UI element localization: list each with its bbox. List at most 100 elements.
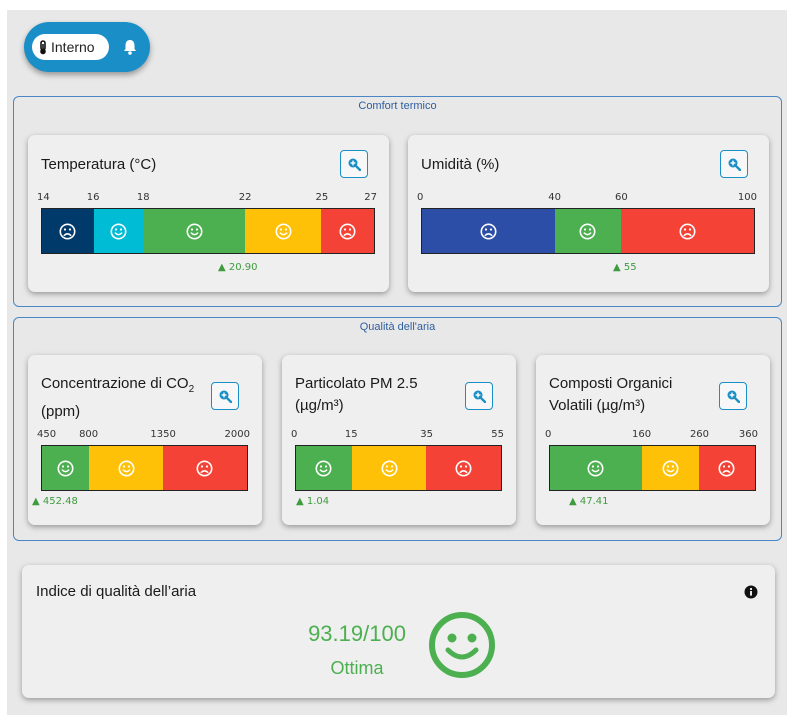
happy-face-icon bbox=[429, 612, 495, 678]
happy-face-icon bbox=[110, 223, 127, 239]
comfort-scale bbox=[421, 208, 755, 254]
thermometer-icon bbox=[40, 39, 46, 54]
scale-tick-label: 0 bbox=[291, 429, 298, 440]
scale-tick-label: 18 bbox=[136, 192, 150, 203]
scale-tick-label: 55 bbox=[491, 429, 504, 440]
zoom-in-icon bbox=[728, 158, 741, 171]
temperature-card: Temperatura (°C) ▲ 20.90 14 16 18 22 25 27 bbox=[28, 135, 389, 292]
info-icon[interactable] bbox=[744, 585, 758, 599]
card-title-line1: Concentrazione di CO bbox=[41, 375, 189, 392]
scale-segment bbox=[621, 209, 754, 253]
air-quality-index-card: Indice di qualità dell’aria 93.19/100 Ot… bbox=[22, 565, 775, 698]
card-title: Indice di qualità dell’aria bbox=[36, 583, 197, 600]
card-title-subscript: 2 bbox=[188, 384, 195, 395]
scale-tick-label: 2000 bbox=[224, 429, 250, 440]
zoom-button[interactable] bbox=[340, 150, 368, 178]
zoom-in-icon bbox=[727, 390, 740, 403]
comfort-scale bbox=[41, 445, 248, 491]
scale-segment bbox=[699, 446, 755, 490]
scale-segment bbox=[89, 446, 163, 490]
scale-tick-label: 160 bbox=[631, 429, 652, 440]
card-title-line2: (µg/m³) bbox=[295, 397, 344, 414]
scale-tick-label: 800 bbox=[79, 429, 99, 440]
card-title: Particolato PM 2.5 (µg/m³) bbox=[295, 373, 465, 417]
scale-tick-label: 0 bbox=[417, 192, 424, 203]
scale-segment bbox=[93, 209, 144, 253]
happy-face-icon bbox=[587, 460, 604, 476]
happy-face-icon bbox=[315, 460, 332, 476]
scale-segment bbox=[554, 209, 622, 253]
scale-tick-label: 0 bbox=[545, 429, 552, 440]
scale-tick-label: 60 bbox=[615, 192, 628, 203]
scale-segment bbox=[162, 446, 247, 490]
humidity-card: Umidità (%) ▲ 55 0 40 60 100 bbox=[408, 135, 769, 292]
card-title-line1: Composti Organici bbox=[549, 375, 673, 392]
pm25-card: Particolato PM 2.5 (µg/m³) ▲ 1.04 0 15 35 5… bbox=[282, 355, 516, 525]
current-value-marker: ▲ 55 bbox=[613, 262, 637, 273]
comfort-scale bbox=[295, 445, 502, 491]
happy-face-icon bbox=[579, 223, 596, 239]
toggle-option-indoor[interactable]: Interno bbox=[32, 34, 109, 60]
aqi-rating: Ottima bbox=[330, 658, 384, 678]
sad-face-icon bbox=[455, 460, 472, 476]
card-title-line2: (ppm) bbox=[41, 403, 81, 420]
scale-tick-label: 450 bbox=[37, 429, 57, 440]
scale-tick-label: 22 bbox=[238, 192, 252, 203]
scale-segment bbox=[351, 446, 427, 490]
scale-tick-label: 1350 bbox=[150, 429, 176, 440]
zoom-button[interactable] bbox=[720, 150, 748, 178]
happy-face-icon bbox=[186, 223, 203, 239]
toggle-label: Interno bbox=[51, 39, 95, 55]
sad-face-icon bbox=[339, 223, 356, 239]
zoom-button[interactable] bbox=[211, 382, 239, 410]
zoom-in-icon bbox=[348, 158, 361, 171]
sad-face-icon bbox=[679, 223, 696, 239]
bell-icon[interactable] bbox=[121, 38, 139, 56]
scale-tick-label: 25 bbox=[315, 192, 329, 203]
current-value-marker: ▲ 20.90 bbox=[218, 262, 258, 273]
section-title: Qualità dell'aria bbox=[359, 321, 436, 333]
scale-segment bbox=[143, 209, 245, 253]
sad-face-icon bbox=[718, 460, 735, 476]
happy-face-icon bbox=[57, 460, 74, 476]
zoom-in-icon bbox=[219, 390, 232, 403]
co2-card: Concentrazione di CO2 (ppm) ▲ 452.48 450… bbox=[28, 355, 262, 525]
happy-face-icon bbox=[118, 460, 135, 476]
card-title: Temperatura (°C) bbox=[41, 156, 157, 173]
card-title: Umidità (%) bbox=[421, 156, 500, 173]
current-value-marker: ▲ 1.04 bbox=[296, 496, 330, 507]
scale-segment bbox=[42, 446, 90, 490]
section-title: Comfort termico bbox=[358, 100, 437, 112]
zoom-button[interactable] bbox=[465, 382, 493, 410]
scale-segment bbox=[42, 209, 94, 253]
card-title-line2: Volatili (µg/m³) bbox=[549, 397, 646, 414]
zoom-in-icon bbox=[473, 390, 486, 403]
card-title-line1: Particolato PM 2.5 bbox=[295, 375, 418, 392]
scale-tick-label: 16 bbox=[86, 192, 100, 203]
scale-segment bbox=[426, 446, 501, 490]
comfort-scale bbox=[549, 445, 756, 491]
happy-face-icon bbox=[381, 460, 398, 476]
aqi-score: 93.19/100 bbox=[308, 621, 406, 646]
scale-segment bbox=[641, 446, 700, 490]
card-title: Concentrazione di CO2 (ppm) bbox=[41, 373, 211, 423]
happy-face-icon bbox=[275, 223, 291, 239]
voc-card: Composti Organici Volatili (µg/m³) ▲ 47.… bbox=[536, 355, 770, 525]
sad-face-icon bbox=[196, 460, 213, 476]
card-title: Composti Organici Volatili (µg/m³) bbox=[549, 373, 719, 417]
sad-face-icon bbox=[480, 223, 497, 239]
scale-tick-label: 27 bbox=[364, 192, 377, 203]
happy-face-icon bbox=[662, 460, 679, 476]
scale-segment bbox=[244, 209, 322, 253]
current-value-marker: ▲ 452.48 bbox=[32, 496, 78, 507]
scale-tick-label: 260 bbox=[689, 429, 710, 440]
scale-segment bbox=[422, 209, 555, 253]
scale-segment bbox=[296, 446, 352, 490]
current-value-marker: ▲ 47.41 bbox=[569, 496, 609, 507]
zoom-button[interactable] bbox=[719, 382, 747, 410]
indoor-outdoor-toggle[interactable]: Interno bbox=[24, 22, 150, 72]
comfort-scale bbox=[41, 208, 375, 254]
scale-tick-label: 15 bbox=[344, 429, 358, 440]
scale-tick-label: 360 bbox=[738, 429, 758, 440]
sad-face-icon bbox=[59, 223, 76, 239]
